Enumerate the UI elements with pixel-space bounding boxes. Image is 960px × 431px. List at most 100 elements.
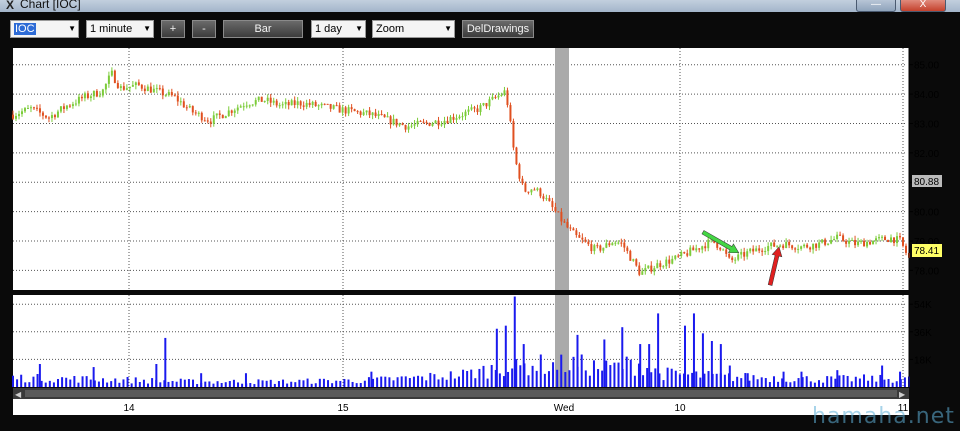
volume-bar [760, 377, 763, 387]
scrollbar-thumb[interactable] [25, 390, 897, 397]
volume-bar [376, 377, 379, 387]
price-marker-label: 80.88 [914, 177, 939, 188]
volume-bar [142, 379, 145, 387]
volume-bar [699, 377, 702, 387]
volume-bar [147, 383, 150, 387]
volume-bar [359, 382, 362, 387]
volume-bar [425, 380, 428, 387]
volume-bar [412, 376, 415, 387]
volume-bar [318, 378, 321, 387]
volume-bar [782, 371, 785, 387]
volume-bar [805, 376, 808, 387]
price-tick-label: 82.00 [914, 149, 939, 160]
volume-bar [744, 373, 747, 387]
price-tick-label: 78.00 [914, 266, 939, 277]
volume-bar [367, 377, 370, 387]
volume-bar [629, 359, 632, 387]
volume-bar [502, 376, 505, 387]
scroll-left-icon[interactable]: ◀ [15, 390, 22, 399]
volume-bar [597, 369, 600, 387]
volume-bar [891, 382, 894, 387]
volume-bar [666, 367, 669, 387]
volume-bar [339, 380, 342, 387]
volume-bar [171, 381, 174, 387]
volume-bar [723, 374, 726, 387]
volume-bar [408, 378, 411, 387]
volume-bar [535, 370, 538, 387]
volume-bar [351, 381, 354, 387]
time-tick-label: Wed [554, 403, 574, 414]
volume-bar [466, 370, 469, 387]
volume-bar [809, 381, 812, 387]
volume-bar [576, 334, 579, 387]
volume-bar [830, 376, 833, 387]
volume-bar [110, 381, 113, 387]
volume-bar [433, 374, 436, 387]
price-bar [326, 103, 329, 105]
volume-bar [388, 377, 391, 387]
volume-bar [756, 379, 759, 387]
volume-bar [224, 382, 227, 387]
volume-bar [421, 376, 424, 387]
volume-bar [228, 381, 231, 387]
volume-bar [380, 376, 383, 387]
price-bar [428, 122, 431, 127]
volume-bar [826, 376, 829, 387]
volume-bar [601, 370, 604, 387]
volume-bar [302, 380, 305, 387]
scroll-right-icon[interactable]: ▶ [899, 390, 906, 399]
volume-bar [306, 378, 309, 387]
volume-bar [151, 378, 154, 387]
volume-bar [20, 374, 23, 387]
volume-bar [887, 379, 890, 387]
volume-bar [633, 375, 636, 387]
volume-bar [392, 380, 395, 387]
volume-bar [867, 380, 870, 387]
volume-bar [684, 325, 686, 387]
volume-bar [728, 365, 731, 387]
volume-bar [748, 380, 751, 387]
volume-bar [854, 376, 857, 387]
volume-bar [331, 383, 334, 387]
volume-bar [850, 381, 853, 387]
volume-bar [605, 360, 608, 387]
volume-bar [130, 383, 133, 387]
volume-bar [648, 344, 651, 387]
volume-bar [164, 337, 167, 387]
volume-bar [482, 365, 485, 387]
volume-bar [539, 354, 542, 387]
volume-bar [445, 379, 448, 387]
volume-bar [12, 375, 14, 387]
volume-bar [768, 382, 771, 387]
volume-bar [846, 375, 849, 387]
volume-bar [200, 373, 203, 387]
volume-panel[interactable] [13, 295, 909, 387]
volume-bar [522, 344, 525, 387]
chart-area[interactable]: 85.0084.0083.0082.0080.0079.0078.00 80.8… [0, 0, 960, 431]
volume-bar [32, 376, 35, 387]
volume-bar [871, 375, 874, 387]
volume-bar [335, 380, 338, 387]
volume-bar [710, 341, 713, 387]
volume-bar [736, 376, 739, 387]
volume-bar [547, 371, 550, 387]
volume-bar [543, 373, 546, 387]
price-bar [509, 102, 512, 123]
volume-bar [52, 382, 55, 387]
volume-bar [817, 380, 820, 387]
volume-bar [621, 327, 624, 387]
volume-bar [486, 378, 489, 387]
volume-bar [449, 371, 452, 387]
volume-bar [752, 375, 755, 387]
volume-bar [875, 381, 878, 387]
volume-bar [429, 372, 432, 387]
volume-bar [396, 377, 399, 387]
volume-bar [793, 381, 796, 387]
volume-bar [73, 376, 76, 387]
volume-bar [404, 376, 407, 387]
volume-bar [691, 372, 694, 387]
volume-bar [453, 378, 456, 387]
volume-bar [625, 356, 628, 387]
price-tick-label: 85.00 [914, 61, 939, 72]
price-bar [515, 146, 518, 166]
